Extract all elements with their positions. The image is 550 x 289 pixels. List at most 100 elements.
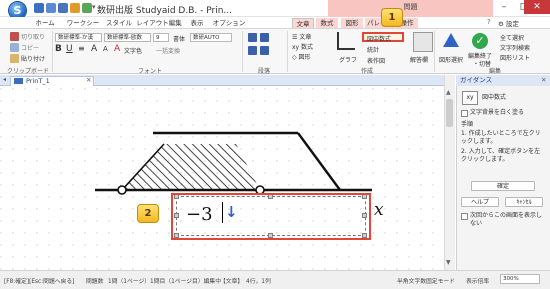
editing-canvas[interactable]: [0, 88, 444, 270]
hide-next-time-label: 次回からこの画面を表示しない: [470, 212, 543, 227]
tab-shape[interactable]: 図形: [341, 18, 363, 28]
underline-icon[interactable]: U: [66, 44, 73, 54]
close-doc-tab-icon[interactable]: ✕: [86, 76, 91, 84]
separator: [52, 31, 53, 72]
qat-dropdown-icon[interactable]: ▾: [92, 3, 96, 11]
confirm-button[interactable]: 確定: [471, 181, 535, 191]
highlight-frame: [171, 193, 371, 240]
justify-icon[interactable]: [260, 46, 269, 55]
font-name2-combo[interactable]: 数研標準-欧数: [104, 33, 151, 42]
check-icon: ✓: [472, 33, 488, 49]
left-endpoint[interactable]: [117, 185, 127, 195]
tab-view[interactable]: 表示: [186, 18, 208, 28]
zoom-combo[interactable]: 300%: [500, 274, 540, 284]
settings-label: 設定: [505, 20, 519, 28]
help-button[interactable]: ヘルプ: [461, 197, 499, 207]
create-math-item[interactable]: xy 数式: [292, 42, 313, 51]
create-shape-label: 図形: [298, 54, 311, 61]
select-shape-label[interactable]: 図形選択: [439, 55, 463, 64]
paste-label[interactable]: 貼り付け: [21, 54, 45, 63]
guidance-pane-title: ガイダンス: [456, 75, 550, 86]
tab-text[interactable]: 文章: [292, 18, 314, 28]
status-keys: [F8:確定][Esc:問題へ戻る]: [4, 279, 75, 285]
callout-1: 1: [381, 8, 403, 27]
callout-2: 2: [137, 204, 159, 223]
math-icon: xy: [292, 44, 300, 51]
pane-item-label: 図中数式: [482, 94, 507, 101]
create-math-label: 数式: [301, 44, 314, 51]
tab-layout[interactable]: レイアウト編集: [136, 18, 182, 28]
graph-icon: [337, 32, 355, 50]
in-figure-math-icon: xy: [462, 91, 478, 105]
status-question-info: 1問目（1ページ目）編集中: [150, 279, 222, 285]
text-icon: ☰: [292, 34, 298, 41]
font-color-icon[interactable]: A: [114, 44, 120, 54]
status-problem-number: 1問（1ページ）: [108, 279, 151, 285]
help-icon[interactable]: ?: [487, 18, 491, 26]
status-mode: 【文章】: [220, 279, 244, 285]
new-icon[interactable]: [34, 3, 44, 13]
typeface-label: 書体: [173, 36, 186, 43]
typeface-combo[interactable]: 数研AUTO: [190, 33, 232, 42]
separator: [287, 31, 288, 72]
cancel-button[interactable]: ｷｬﾝｾﾙ: [505, 197, 543, 207]
table-label[interactable]: 表作図: [367, 56, 385, 65]
create-text-item[interactable]: ☰ 文章: [292, 32, 311, 41]
cut-label[interactable]: 切り取り: [21, 32, 45, 41]
window-title: 数研出版 Studyaid D.B. - Prin...: [97, 6, 232, 16]
shape-icon: ◇: [292, 54, 297, 61]
font-shrink-icon[interactable]: A: [103, 45, 108, 53]
tab-options[interactable]: オプション: [212, 18, 246, 28]
pin-icon[interactable]: ◂: [3, 76, 6, 83]
bold-icon[interactable]: B: [55, 44, 62, 54]
settings-link[interactable]: ⚙ 設定: [498, 18, 519, 28]
tab-worksheet[interactable]: ワークシート: [64, 18, 102, 37]
tab-style[interactable]: スタイル: [104, 18, 134, 28]
step-2-text: 2. 入力して、確定ボタンを左クリックします。: [461, 148, 541, 163]
close-button[interactable]: ✕: [524, 0, 550, 14]
open-icon[interactable]: [46, 3, 56, 13]
scroll-up-icon[interactable]: ▲: [446, 89, 451, 96]
steps-title: 手順: [461, 121, 474, 128]
pane-close-icon[interactable]: ✕: [541, 76, 546, 84]
paragraph-group-label: 段落: [257, 68, 270, 75]
font-size-combo[interactable]: 9: [153, 33, 169, 42]
minimize-button[interactable]: –: [494, 0, 514, 14]
undo-icon[interactable]: [70, 3, 80, 13]
status-mode-right: 半角文字数固定モード: [397, 279, 455, 285]
cut-icon[interactable]: [10, 32, 19, 41]
status-position: 4行，1列: [246, 279, 271, 285]
char-color-label[interactable]: 文字色: [124, 46, 142, 55]
font-grow-icon[interactable]: A: [91, 44, 97, 54]
hide-next-time-checkbox[interactable]: [461, 213, 468, 220]
select-all-label[interactable]: 全て選択: [500, 33, 524, 42]
scroll-thumb[interactable]: [446, 99, 453, 127]
in-figure-math-label[interactable]: 図中数式: [367, 34, 391, 43]
spacing-label[interactable]: 一括変換: [156, 46, 180, 55]
align-left-icon[interactable]: [248, 33, 257, 42]
copy-label[interactable]: コピー: [21, 43, 39, 52]
paste-icon[interactable]: [10, 54, 19, 63]
align-center-icon[interactable]: [260, 33, 269, 42]
scroll-down-icon[interactable]: ▼: [446, 259, 451, 266]
save-icon[interactable]: [58, 3, 68, 13]
graph-label[interactable]: グラフ: [339, 55, 357, 64]
shape-list-label[interactable]: 図形リスト: [500, 53, 530, 62]
document-icon: [14, 78, 23, 84]
stats-label[interactable]: 統計: [367, 45, 379, 54]
white-background-checkbox[interactable]: [461, 110, 468, 117]
white-background-label: 文字背景を白く塗る: [470, 109, 525, 116]
create-shape-item[interactable]: ◇ 図形: [292, 52, 311, 61]
tab-home[interactable]: ホーム: [30, 18, 60, 28]
select-shape-icon: [443, 33, 459, 47]
answer-grid-label[interactable]: 解答欄: [410, 55, 428, 64]
step-1-text: 1. 作成したいところで左クリックします。: [461, 130, 541, 145]
strikeout-icon[interactable]: ≡: [78, 44, 85, 53]
edit-group-label: 編集: [488, 68, 501, 75]
copy-icon[interactable]: [10, 43, 19, 52]
redo-icon[interactable]: [82, 3, 92, 13]
tab-math[interactable]: 数式: [316, 18, 338, 28]
font-name-combo[interactable]: 数研標準-か漢: [55, 33, 102, 42]
align-right-icon[interactable]: [248, 46, 257, 55]
find-char-label[interactable]: 文字列検索: [500, 43, 530, 52]
